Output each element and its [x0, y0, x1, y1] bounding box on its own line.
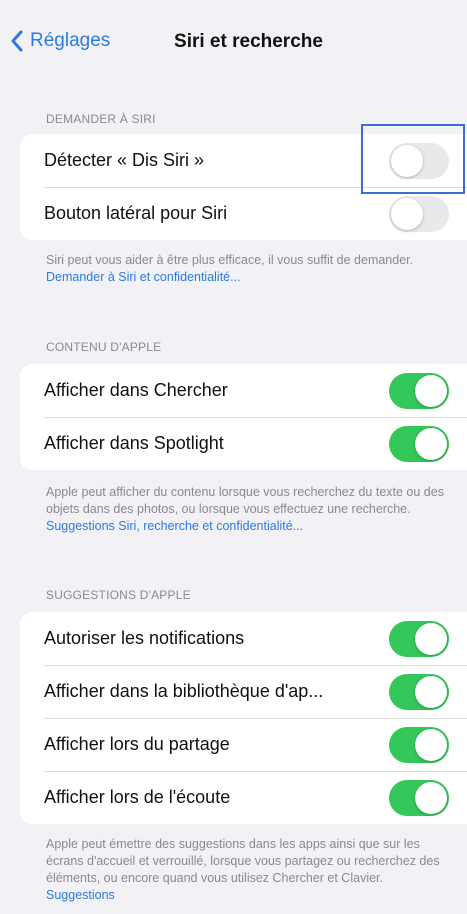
- show-in-app-library-toggle[interactable]: [389, 673, 449, 710]
- footer-apple-suggestions: Apple peut émettre des suggestions dans …: [46, 836, 446, 904]
- row-side-button-siri: Bouton latéral pour Siri: [20, 187, 467, 240]
- privacy-link-ask-siri[interactable]: Demander à Siri et confidentialité...: [46, 270, 241, 284]
- show-when-listening-toggle[interactable]: [389, 779, 449, 816]
- row-show-when-listening: Afficher lors de l'écoute: [20, 771, 467, 824]
- row-allow-notifications: Autoriser les notifications: [20, 612, 467, 665]
- suggestions-link[interactable]: Suggestions: [46, 888, 115, 902]
- row-show-in-spotlight: Afficher dans Spotlight: [20, 417, 467, 470]
- row-show-when-sharing: Afficher lors du partage: [20, 718, 467, 771]
- page-title: Siri et recherche: [174, 31, 323, 52]
- navigation-bar: Réglages Siri et recherche: [0, 0, 467, 84]
- group-apple-content: Afficher dans Chercher Afficher dans Spo…: [20, 364, 467, 470]
- row-label: Afficher lors du partage: [44, 734, 230, 754]
- footer-text: Apple peut émettre des suggestions dans …: [46, 837, 440, 885]
- privacy-link-apple-content[interactable]: Suggestions Siri, recherche et confident…: [46, 519, 303, 533]
- row-label: Afficher dans la bibliothèque d'ap...: [44, 681, 324, 701]
- section-header-apple-content: CONTENU D'APPLE: [46, 340, 162, 354]
- row-label: Afficher dans Chercher: [44, 380, 228, 400]
- toggle-knob: [391, 197, 423, 230]
- footer-apple-content: Apple peut afficher du contenu lorsque v…: [46, 484, 446, 535]
- show-when-sharing-toggle[interactable]: [389, 726, 449, 763]
- toggle-knob: [415, 781, 447, 814]
- footer-text: Apple peut afficher du contenu lorsque v…: [46, 485, 444, 516]
- group-apple-suggestions: Autoriser les notifications Afficher dan…: [20, 612, 467, 824]
- row-label: Détecter « Dis Siri »: [44, 150, 205, 170]
- toggle-knob: [415, 622, 447, 655]
- show-in-spotlight-toggle[interactable]: [389, 425, 449, 462]
- allow-notifications-toggle[interactable]: [389, 620, 449, 657]
- toggle-knob: [415, 728, 447, 761]
- row-show-in-app-library: Afficher dans la bibliothèque d'ap...: [20, 665, 467, 718]
- toggle-knob: [415, 675, 447, 708]
- highlight-box: [361, 124, 465, 194]
- show-in-look-up-toggle[interactable]: [389, 372, 449, 409]
- side-button-siri-toggle[interactable]: [389, 195, 449, 232]
- footer-text: Siri peut vous aider à être plus efficac…: [46, 253, 414, 267]
- row-show-in-look-up: Afficher dans Chercher: [20, 364, 467, 417]
- row-label: Afficher dans Spotlight: [44, 433, 224, 453]
- row-label: Autoriser les notifications: [44, 628, 245, 648]
- toggle-knob: [415, 374, 447, 407]
- toggle-knob: [415, 427, 447, 460]
- section-header-ask-siri: DEMANDER À SIRI: [46, 112, 156, 126]
- row-label: Bouton latéral pour Siri: [44, 203, 228, 223]
- section-header-apple-suggestions: SUGGESTIONS D'APPLE: [46, 588, 191, 602]
- footer-ask-siri: Siri peut vous aider à être plus efficac…: [46, 252, 446, 286]
- row-label: Afficher lors de l'écoute: [44, 787, 231, 807]
